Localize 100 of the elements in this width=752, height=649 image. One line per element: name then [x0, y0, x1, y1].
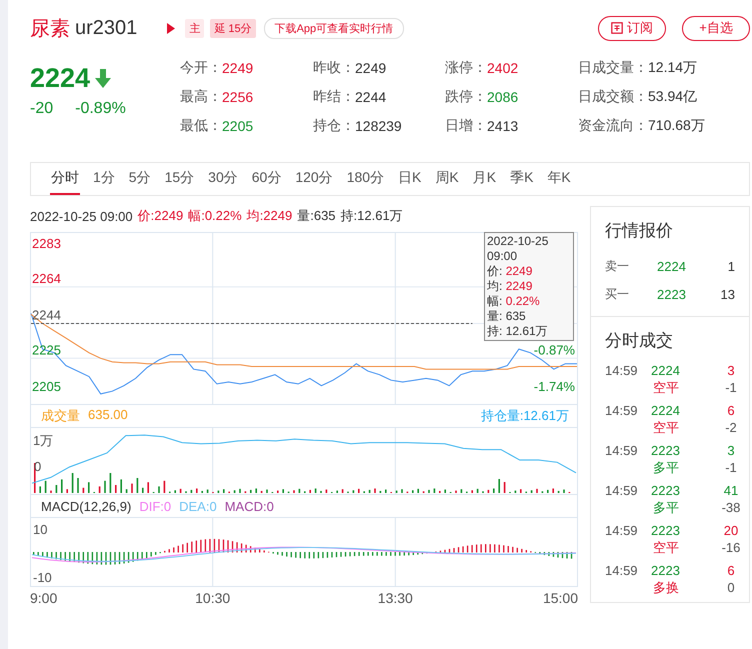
tooltip-value: 12.61万	[506, 324, 548, 338]
trade-time: 14:59	[605, 482, 639, 499]
panel-title: 分时成交	[604, 330, 674, 352]
stat-value: 710.68万	[648, 116, 705, 134]
product-name: 尿素	[30, 16, 70, 42]
position-change: -1	[724, 379, 738, 396]
trade-type: 多换	[652, 579, 680, 596]
order-label: 卖一	[605, 258, 630, 274]
stat-label: 日增：	[445, 116, 487, 134]
period-tab[interactable]: 1分	[92, 163, 116, 195]
main-contract-tag: 主	[185, 18, 204, 38]
period-tab[interactable]: 60分	[250, 163, 282, 195]
trade-type: 空平	[652, 539, 680, 556]
order-price: 2223	[657, 286, 687, 302]
stat-value: 2256	[222, 88, 254, 104]
period-tab[interactable]: 分时	[50, 163, 80, 195]
stat-value: 2249	[222, 60, 254, 76]
period-tab[interactable]: 120分	[294, 163, 334, 195]
trade-price: 2223	[651, 442, 681, 459]
tooltip-time: 09:00	[487, 249, 518, 264]
trade-price: 2224	[651, 362, 681, 379]
tooltip-label: 量:	[487, 309, 502, 323]
stat-value: 2244	[355, 88, 386, 104]
trade-price: 2223	[651, 482, 681, 499]
macd-title: MACD(12,26,9)	[41, 498, 132, 514]
stat-label: 最高：	[180, 88, 222, 106]
period-tab[interactable]: 30分	[207, 163, 239, 195]
stat-value: 2402	[487, 60, 518, 76]
tooltip-date: 2022-10-25	[487, 234, 550, 249]
trade-time: 14:59	[605, 522, 639, 539]
info-value: 持:12.61万	[340, 207, 403, 225]
stat-label: 涨停：	[445, 58, 487, 76]
axis-label: 10	[33, 522, 48, 537]
trade-volume: 6	[726, 562, 736, 579]
time-label: 9:00	[30, 590, 58, 606]
tooltip-label: 持:	[487, 324, 502, 338]
stat-label: 持仓：	[313, 116, 355, 134]
trade-volume: 3	[726, 442, 736, 459]
tooltip-value: 2249	[506, 279, 532, 293]
last-price: 2224	[30, 63, 90, 94]
volume-label: 成交量	[41, 407, 80, 425]
info-value: 均:2249	[246, 207, 292, 225]
trade-volume: 20	[722, 522, 740, 539]
position-change: -2	[724, 419, 738, 436]
axis-label: 1万	[33, 433, 54, 448]
open-interest-label: 持仓量:12.61万	[480, 407, 569, 425]
price-change: -20	[30, 100, 54, 118]
macd-value: DEA:0	[179, 498, 217, 514]
info-time: 2022-10-25 09:00	[30, 208, 133, 224]
volume-value: 635.00	[88, 407, 128, 424]
period-tab[interactable]: 日K	[397, 163, 422, 195]
axis-label: 2264	[32, 270, 61, 286]
down-arrow-icon	[94, 68, 112, 88]
trade-time: 14:59	[605, 442, 639, 459]
info-value: 量:635	[297, 207, 336, 225]
trade-type: 空平	[652, 419, 680, 436]
period-tab[interactable]: 月K	[472, 163, 498, 195]
trade-type: 多平	[652, 499, 680, 516]
trade-price: 2223	[651, 562, 681, 579]
percent-change: -0.89%	[75, 100, 126, 118]
trade-volume: 41	[722, 482, 740, 499]
stat-value: 2205	[222, 118, 254, 134]
trade-type: 空平	[652, 379, 680, 396]
play-icon[interactable]	[167, 22, 176, 34]
panel-title: 行情报价	[604, 220, 674, 242]
subscribe-button[interactable]: 订阅	[598, 16, 666, 40]
position-change: -16	[720, 539, 742, 556]
percent-label: -0.87%	[534, 342, 575, 358]
tooltip-label: 均:	[487, 279, 502, 293]
trade-volume: 3	[726, 362, 736, 379]
order-volume: 13	[720, 286, 735, 302]
period-tab[interactable]: 5分	[128, 163, 152, 195]
stat-label: 资金流向：	[578, 116, 648, 134]
axis-label: 2283	[32, 236, 61, 252]
stat-label: 最低：	[180, 116, 222, 134]
axis-label: 2205	[32, 378, 61, 394]
period-tab[interactable]: 季K	[509, 163, 534, 195]
watchlist-button[interactable]: +自选	[682, 16, 750, 40]
stat-label: 昨收：	[313, 58, 355, 76]
axis-label: -10	[33, 570, 52, 585]
info-value: 价:2249	[138, 207, 184, 225]
position-change: -1	[724, 459, 738, 476]
period-tab[interactable]: 年K	[546, 163, 572, 195]
stat-value: 2086	[487, 88, 518, 104]
download-app-link[interactable]: 下载App可查看实时行情	[264, 18, 404, 38]
trade-time: 14:59	[605, 402, 639, 419]
time-label: 10:30	[195, 590, 230, 606]
bookmark-icon	[611, 22, 623, 34]
axis-label: 2244	[32, 308, 61, 322]
trade-time: 14:59	[605, 562, 639, 579]
order-volume: 1	[726, 258, 735, 274]
period-tab[interactable]: 周K	[434, 163, 460, 195]
period-tab[interactable]: 180分	[346, 163, 386, 195]
order-price: 2224	[657, 258, 687, 274]
position-change: 0	[726, 579, 736, 596]
tooltip-value: 0.22%	[506, 294, 540, 308]
period-tab[interactable]: 15分	[164, 163, 196, 195]
trade-price: 2224	[651, 402, 681, 419]
trade-volume: 6	[726, 402, 736, 419]
trade-type: 多平	[652, 459, 680, 476]
